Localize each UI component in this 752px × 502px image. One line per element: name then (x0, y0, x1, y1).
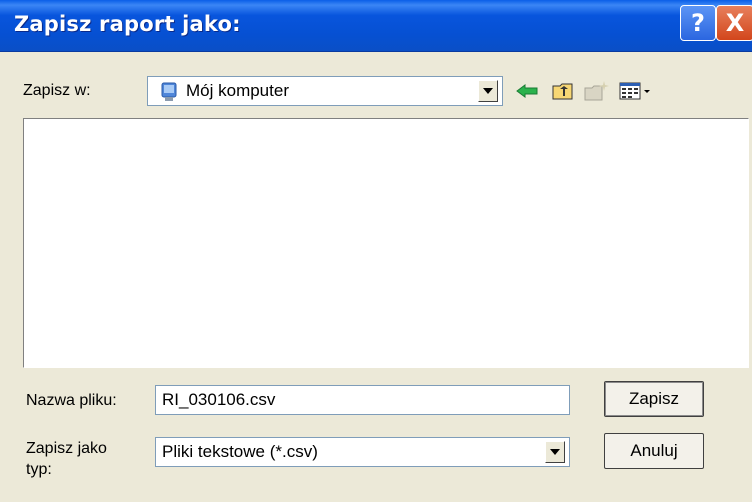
help-icon: ? (691, 9, 705, 37)
chevron-down-icon (483, 88, 493, 94)
save-in-dropdown-button[interactable] (478, 80, 498, 102)
title-bar[interactable]: Zapisz raport jako: ? X (0, 0, 752, 52)
filetype-combobox[interactable]: Pliki tekstowe (*.csv) (155, 437, 570, 467)
back-arrow-icon (516, 84, 538, 98)
up-folder-icon (552, 83, 573, 100)
filetype-label-line2: typ: (26, 461, 52, 478)
back-button[interactable] (514, 78, 540, 104)
filename-value: RI_030106.csv (162, 390, 276, 409)
save-in-value: Mój komputer (186, 81, 289, 100)
computer-icon (161, 82, 177, 101)
filetype-label-line1: Zapisz jako (26, 440, 107, 457)
dialog-title: Zapisz raport jako: (14, 12, 241, 36)
help-button[interactable]: ? (680, 5, 716, 41)
new-folder-icon (584, 81, 609, 101)
save-in-combobox[interactable]: Mój komputer (147, 76, 503, 106)
save-button[interactable]: Zapisz (604, 381, 704, 417)
new-folder-button[interactable] (584, 78, 610, 104)
cancel-button[interactable]: Anuluj (604, 433, 704, 469)
filetype-value: Pliki tekstowe (*.csv) (162, 442, 318, 461)
save-report-dialog: Zapisz raport jako: ? X Zapisz w: Mój ko… (0, 0, 752, 502)
chevron-down-icon (550, 449, 560, 455)
filetype-dropdown-button[interactable] (545, 441, 565, 463)
file-list-view[interactable] (23, 118, 749, 368)
save-in-label: Zapisz w: (23, 82, 91, 99)
filename-label: Nazwa pliku: (26, 392, 117, 409)
view-menu-icon (619, 82, 650, 100)
view-menu-button[interactable] (618, 78, 654, 104)
close-icon: X (725, 9, 745, 37)
up-one-level-button[interactable] (550, 78, 576, 104)
filename-field[interactable]: RI_030106.csv (155, 385, 570, 415)
close-button[interactable]: X (716, 5, 752, 41)
